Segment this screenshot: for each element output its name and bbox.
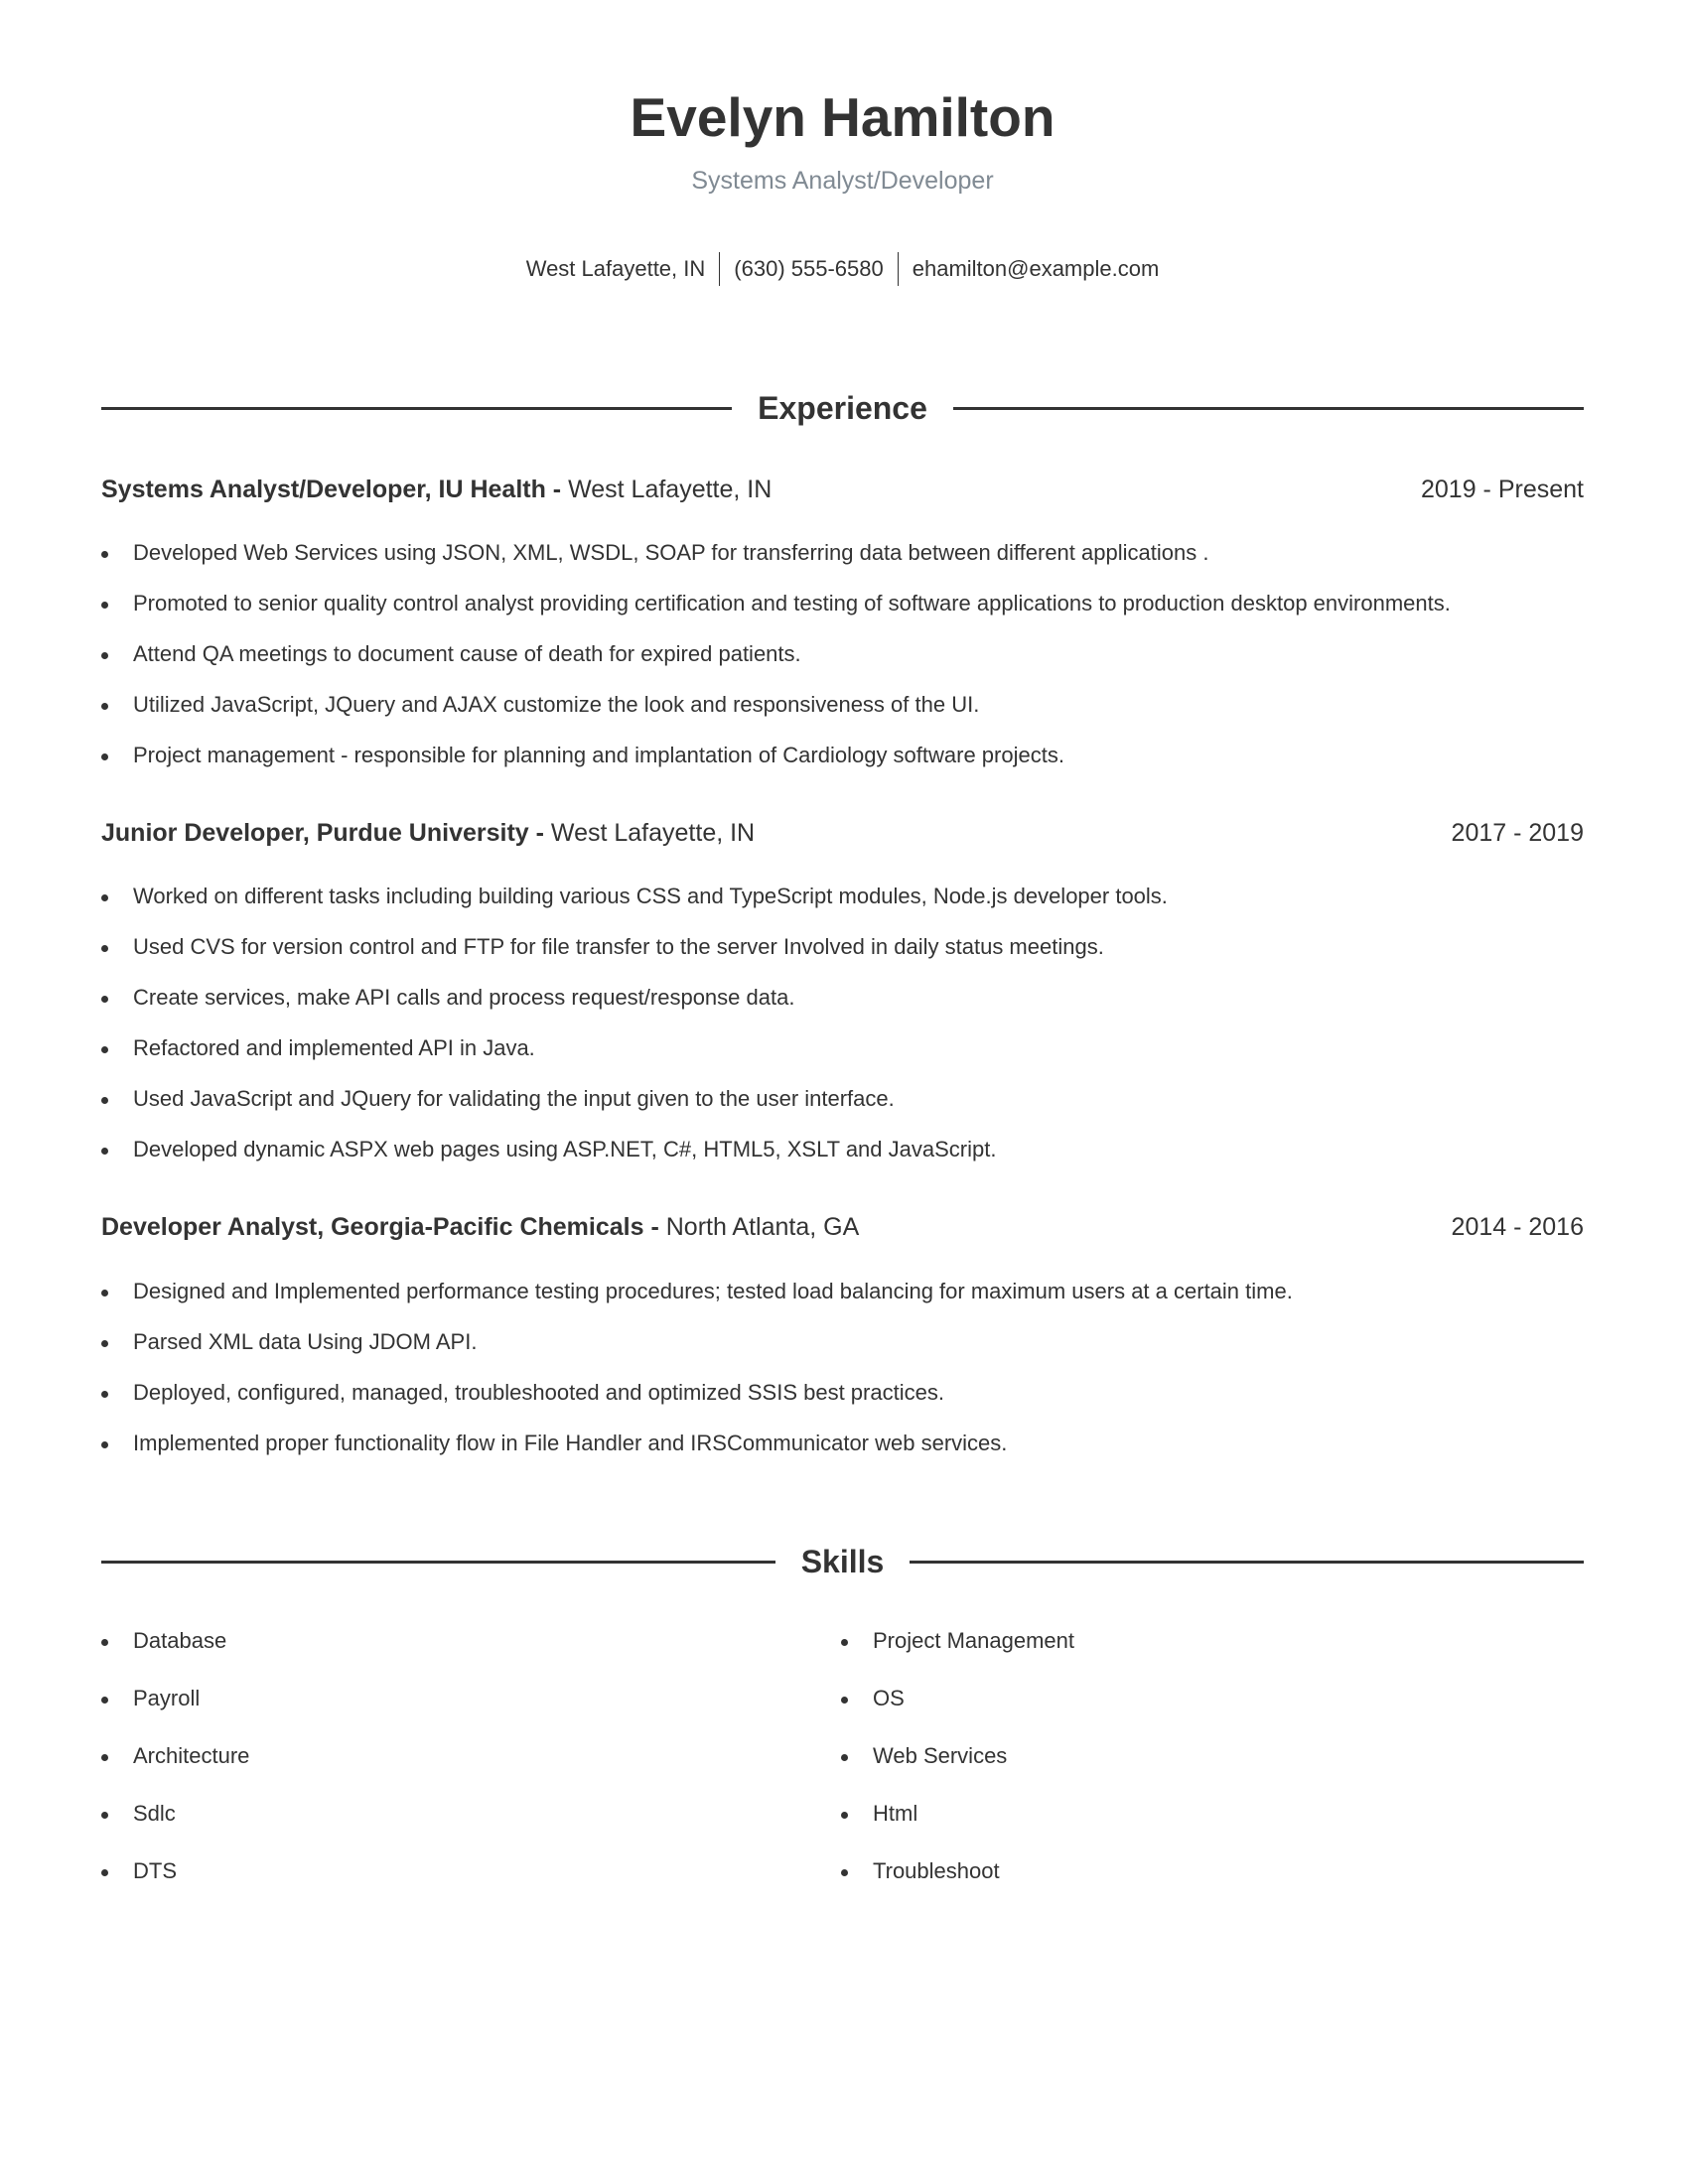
job-header: Systems Analyst/Developer, IU Health - W…	[101, 476, 1584, 504]
skill-item: OS	[841, 1686, 905, 1711]
skill-item: Html	[841, 1801, 917, 1827]
list-item: Attend QA meetings to document cause of …	[101, 641, 801, 667]
job-role-company: Developer Analyst, Georgia-Pacific Chemi…	[101, 1213, 659, 1241]
skill-item: Payroll	[101, 1686, 200, 1711]
job-location: West Lafayette, IN	[550, 819, 756, 847]
list-item: Designed and Implemented performance tes…	[101, 1279, 1293, 1304]
list-item: Developed Web Services using JSON, XML, …	[101, 540, 1208, 566]
list-item: Utilized JavaScript, JQuery and AJAX cus…	[101, 692, 979, 718]
list-item: Deployed, configured, managed, troublesh…	[101, 1380, 944, 1406]
list-item: Implemented proper functionality flow in…	[101, 1431, 1007, 1456]
job-role-company: Junior Developer, Purdue University -	[101, 819, 544, 847]
skill-item: Troubleshoot	[841, 1858, 1000, 1884]
job-location: North Atlanta, GA	[665, 1213, 860, 1241]
divider-line	[101, 1561, 775, 1564]
contact-location: West Lafayette, IN	[525, 256, 706, 281]
contact-info: West Lafayette, IN (630) 555-6580 ehamil…	[101, 252, 1584, 286]
divider-line	[910, 1561, 1585, 1564]
candidate-title: Systems Analyst/Developer	[691, 167, 994, 195]
contact-phone: (630) 555-6580	[719, 252, 897, 286]
divider-line	[101, 407, 733, 410]
list-item: Create services, make API calls and proc…	[101, 985, 794, 1011]
experience-heading: Experience	[101, 390, 1585, 427]
candidate-name: Evelyn Hamilton	[630, 86, 1055, 148]
skill-item: DTS	[101, 1858, 177, 1884]
divider-line	[952, 407, 1585, 410]
list-item: Used JavaScript and JQuery for validatin…	[101, 1086, 895, 1112]
job-dates: 2019 - Present	[1421, 476, 1584, 503]
contact-email: ehamilton@example.com	[897, 252, 1174, 286]
skill-item: Web Services	[841, 1743, 1007, 1769]
job-header: Developer Analyst, Georgia-Pacific Chemi…	[101, 1213, 1584, 1242]
skill-item: Project Management	[841, 1628, 1074, 1654]
job-location: West Lafayette, IN	[568, 476, 773, 503]
list-item: Promoted to senior quality control analy…	[101, 591, 1451, 616]
skill-item: Database	[101, 1628, 226, 1654]
list-item: Parsed XML data Using JDOM API.	[101, 1329, 477, 1355]
section-title: Experience	[758, 390, 927, 426]
job-dates: 2017 - 2019	[1451, 819, 1584, 847]
job-header: Junior Developer, Purdue University - We…	[101, 819, 1584, 848]
section-title: Skills	[800, 1544, 885, 1579]
skills-heading: Skills	[101, 1544, 1585, 1580]
list-item: Used CVS for version control and FTP for…	[101, 934, 1104, 960]
list-item: Developed dynamic ASPX web pages using A…	[101, 1137, 996, 1162]
list-item: Worked on different tasks including buil…	[101, 884, 1168, 909]
skill-item: Sdlc	[101, 1801, 176, 1827]
skill-item: Architecture	[101, 1743, 249, 1769]
list-item: Refactored and implemented API in Java.	[101, 1035, 535, 1061]
job-dates: 2014 - 2016	[1451, 1213, 1584, 1241]
job-role-company: Systems Analyst/Developer, IU Health -	[101, 476, 562, 503]
list-item: Project management - responsible for pla…	[101, 743, 1064, 768]
